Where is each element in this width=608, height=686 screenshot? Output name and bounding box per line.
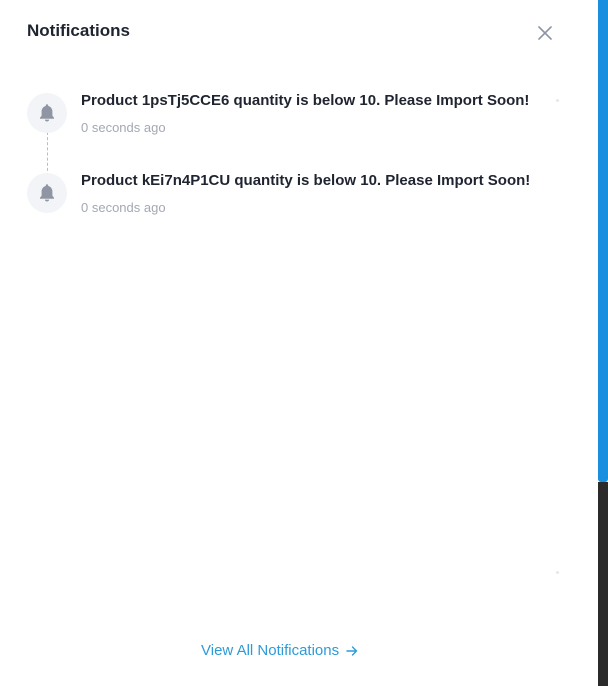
notifications-drawer: Notifications Product 1psTj5CCE6 quantit… <box>0 0 597 686</box>
scrollbar-lower-region <box>598 482 608 686</box>
scroll-indicator-dot <box>556 571 559 574</box>
notification-time: 0 seconds ago <box>81 120 166 135</box>
notifications-screen: Notifications Product 1psTj5CCE6 quantit… <box>0 0 608 686</box>
drawer-title: Notifications <box>27 21 130 40</box>
bell-icon <box>40 104 54 122</box>
scrollbar-thumb[interactable] <box>598 0 608 482</box>
close-button[interactable] <box>535 23 555 43</box>
notification-message: Product 1psTj5CCE6 quantity is below 10.… <box>81 92 530 109</box>
notification-icon-badge <box>27 173 67 213</box>
arrow-right-icon <box>346 645 358 657</box>
notification-item[interactable]: Product kEi7n4P1CU quantity is below 10.… <box>0 172 560 228</box>
notification-item[interactable]: Product 1psTj5CCE6 quantity is below 10.… <box>0 92 560 148</box>
bell-icon <box>40 184 54 202</box>
close-icon <box>538 26 552 40</box>
notification-icon-badge <box>27 93 67 133</box>
notification-time: 0 seconds ago <box>81 200 166 215</box>
view-all-label: View All Notifications <box>201 642 340 659</box>
scroll-indicator-dot <box>556 99 559 102</box>
notification-message: Product kEi7n4P1CU quantity is below 10.… <box>81 172 531 189</box>
view-all-notifications-link[interactable]: View All Notifications <box>201 642 358 660</box>
